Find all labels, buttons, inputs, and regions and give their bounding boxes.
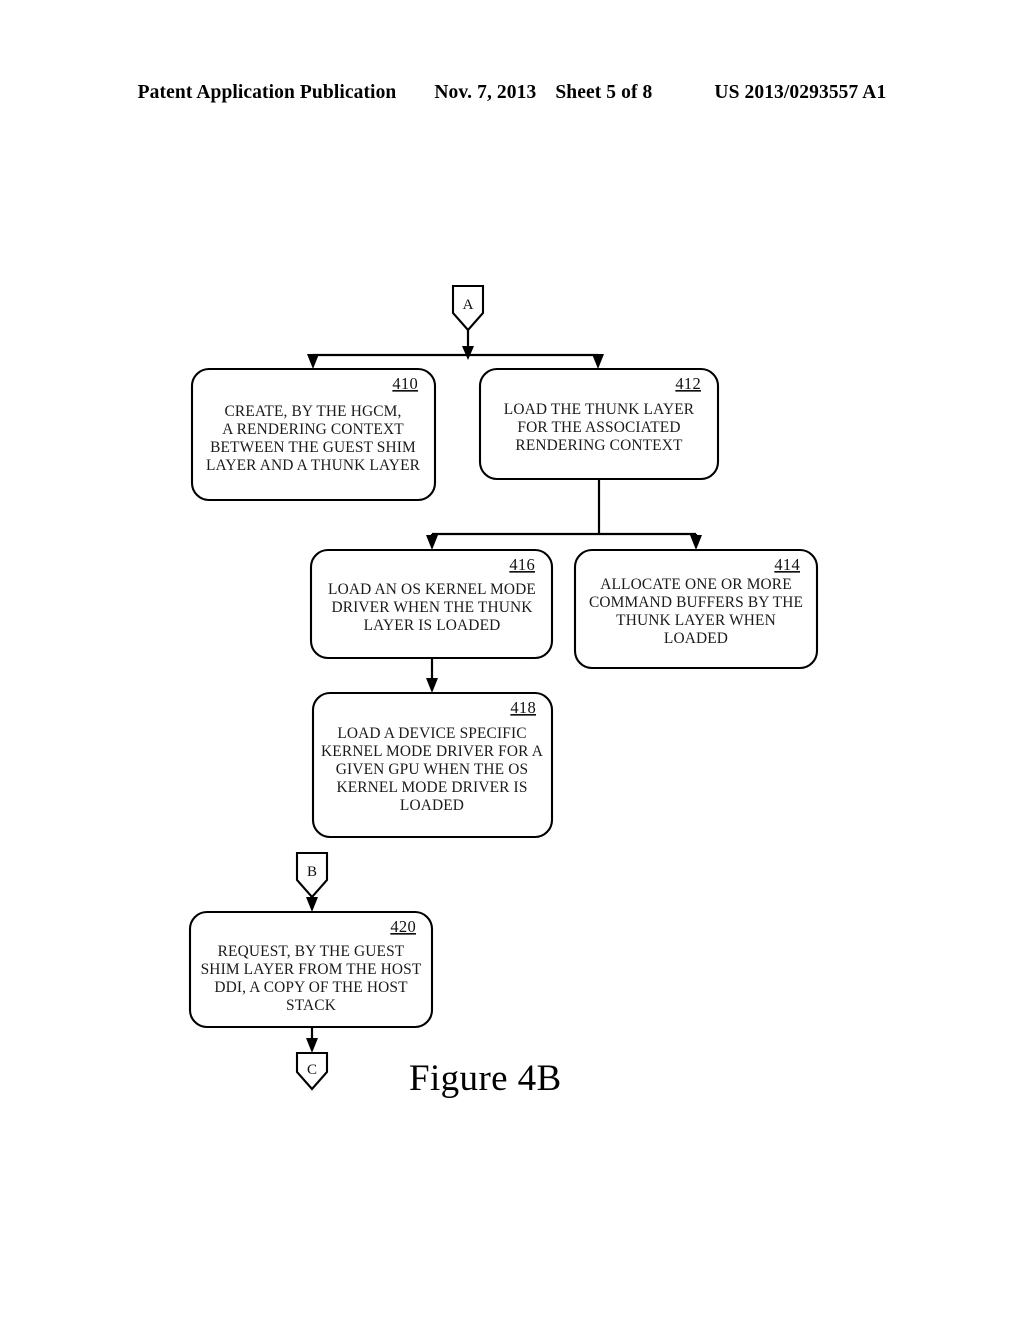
edge-416-to-418	[426, 658, 438, 693]
connector-a: A	[451, 284, 485, 332]
process-box-410[interactable]: 410 CREATE, BY THE HGCM, A RENDERING CON…	[190, 367, 437, 502]
box-412-line-1: LOAD THE THUNK LAYER	[504, 401, 695, 418]
box-412-line-2: FOR THE ASSOCIATED	[517, 419, 680, 436]
box-412-line-3: RENDERING CONTEXT	[515, 437, 683, 454]
box-412-number: 412	[675, 374, 701, 393]
connector-b-label: B	[307, 864, 317, 880]
box-420-line-1: REQUEST, BY THE GUEST	[218, 943, 405, 960]
box-414-line-1: ALLOCATE ONE OR MORE	[600, 576, 792, 593]
box-410-line-3: BETWEEN THE GUEST SHIM	[210, 439, 416, 456]
connector-b: B	[295, 851, 329, 899]
box-420-line-2: SHIM LAYER FROM THE HOST	[201, 961, 422, 978]
figure-4b-diagram: A 410 CREATE, BY THE HGCM, A RENDERING C…	[0, 0, 1024, 1320]
edge-412-to-branch2	[426, 479, 702, 550]
process-box-416[interactable]: 416 LOAD AN OS KERNEL MODE DRIVER WHEN T…	[309, 548, 554, 660]
box-410-number: 410	[392, 374, 418, 393]
process-box-414[interactable]: 414 ALLOCATE ONE OR MORE COMMAND BUFFERS…	[573, 548, 819, 670]
box-418-line-1: LOAD A DEVICE SPECIFIC	[337, 725, 526, 742]
connector-a-label: A	[463, 297, 474, 313]
box-418-line-3: GIVEN GPU WHEN THE OS	[336, 761, 528, 778]
box-418-line-5: LOADED	[400, 797, 464, 814]
branch-bar-top	[307, 353, 604, 369]
figure-caption: Figure 4B	[409, 1058, 562, 1099]
box-416-line-1: LOAD AN OS KERNEL MODE	[328, 581, 536, 598]
box-414-line-3: THUNK LAYER WHEN	[616, 612, 776, 629]
box-414-number: 414	[774, 555, 800, 574]
box-416-line-2: DRIVER WHEN THE THUNK	[331, 599, 532, 616]
box-420-line-4: STACK	[286, 997, 336, 1014]
box-410-line-1: CREATE, BY THE HGCM,	[224, 403, 401, 420]
box-418-number: 418	[510, 698, 536, 717]
flowchart-svg: A 410 CREATE, BY THE HGCM, A RENDERING C…	[188, 284, 819, 1099]
edge-420-to-connector-c	[306, 1027, 318, 1053]
box-418-line-2: KERNEL MODE DRIVER FOR A	[321, 743, 543, 760]
box-416-line-3: LAYER IS LOADED	[364, 617, 501, 634]
box-416-number: 416	[509, 555, 535, 574]
box-414-line-4: LOADED	[664, 630, 728, 647]
edge-b-to-420	[306, 897, 318, 912]
process-box-418[interactable]: 418 LOAD A DEVICE SPECIFIC KERNEL MODE D…	[311, 691, 554, 839]
connector-c-label: C	[307, 1062, 317, 1078]
box-414-line-2: COMMAND BUFFERS BY THE	[589, 594, 803, 611]
connector-c: C	[295, 1051, 329, 1091]
process-box-412[interactable]: 412 LOAD THE THUNK LAYER FOR THE ASSOCIA…	[478, 367, 720, 481]
process-box-420[interactable]: 420 REQUEST, BY THE GUEST SHIM LAYER FRO…	[188, 910, 434, 1029]
box-410-line-2: A RENDERING CONTEXT	[222, 421, 404, 438]
box-410-line-4: LAYER AND A THUNK LAYER	[206, 457, 421, 474]
box-420-number: 420	[390, 917, 416, 936]
box-418-line-4: KERNEL MODE DRIVER IS	[336, 779, 527, 796]
box-420-line-3: DDI, A COPY OF THE HOST	[214, 979, 408, 996]
